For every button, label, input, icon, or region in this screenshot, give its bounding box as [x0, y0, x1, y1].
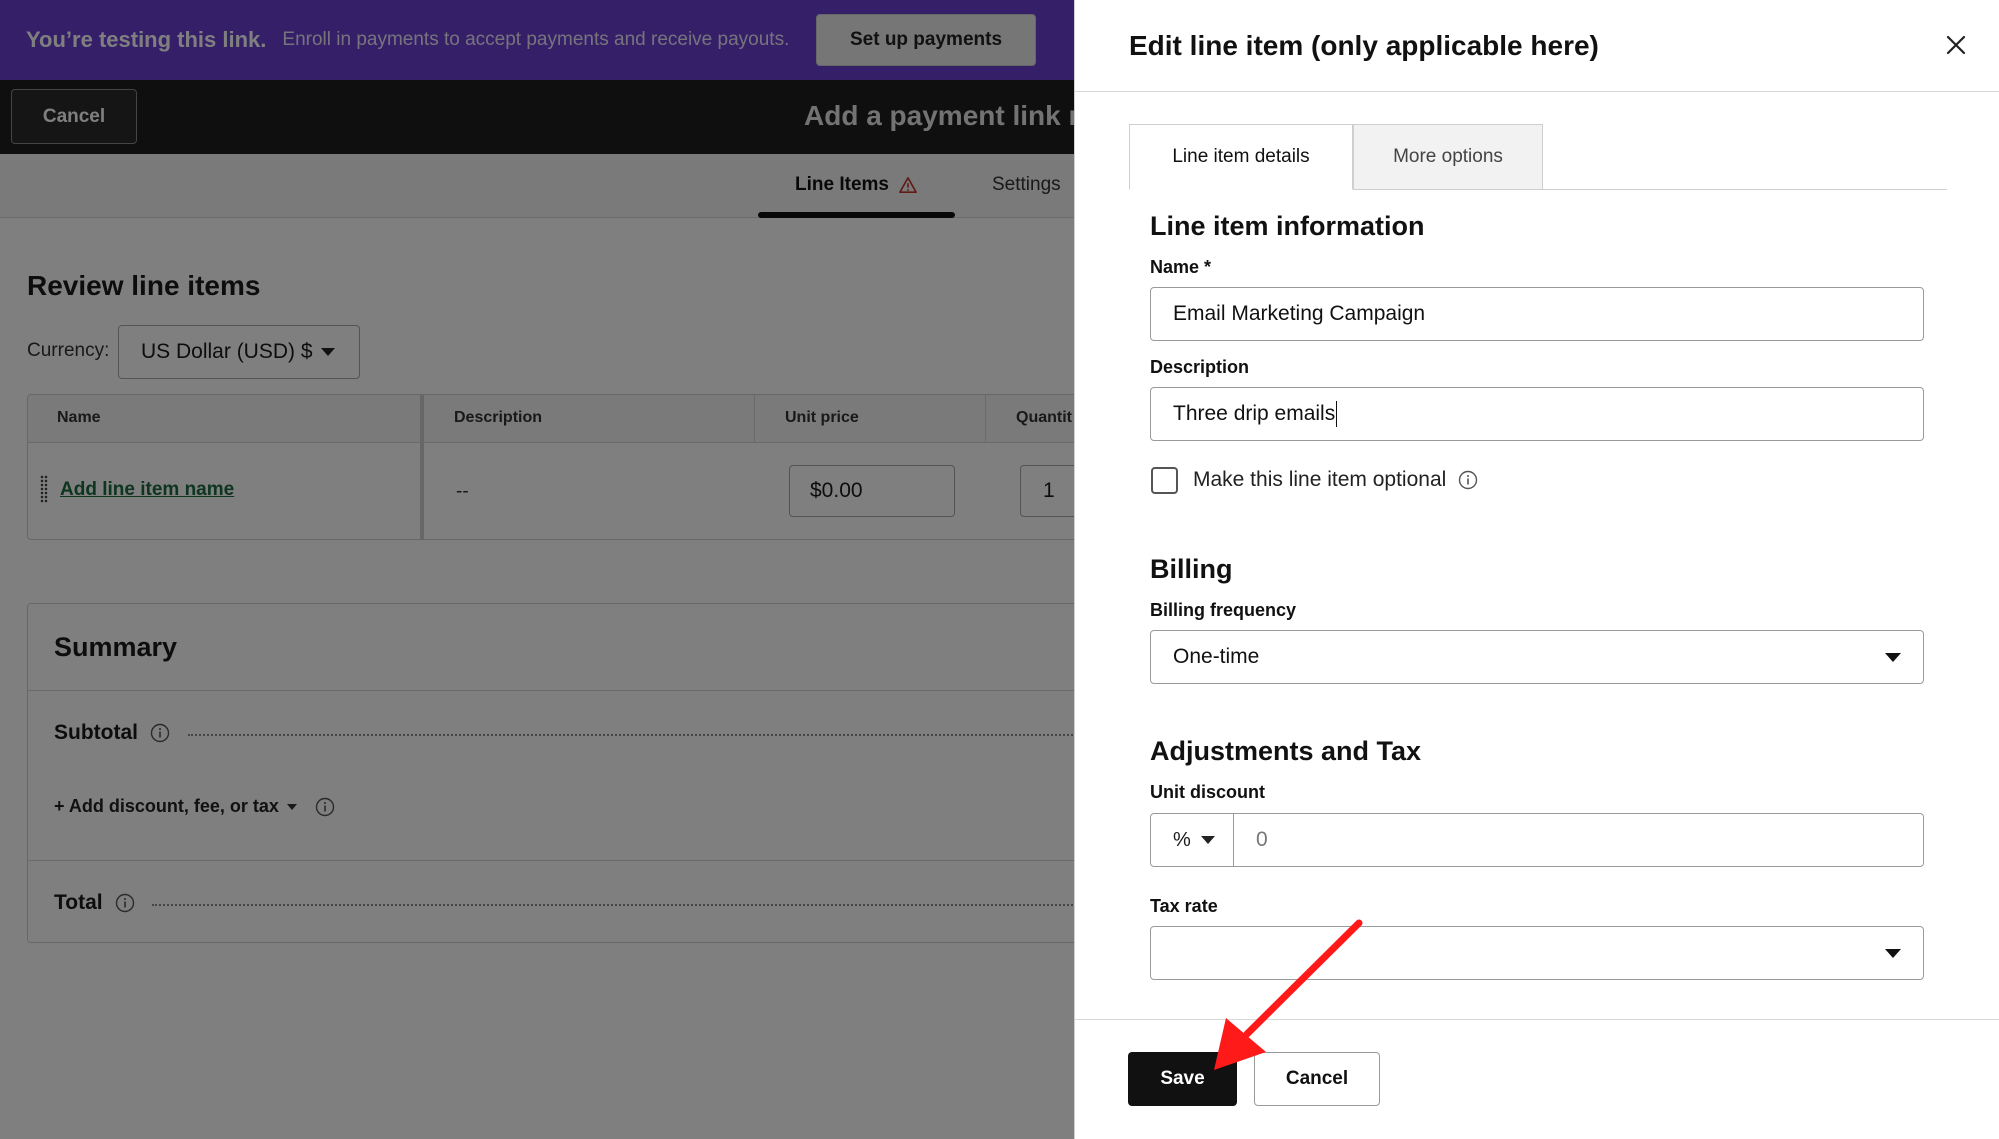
billing-frequency-select[interactable]: One-time — [1150, 630, 1924, 684]
text-cursor — [1336, 401, 1338, 427]
name-input[interactable]: Email Marketing Campaign — [1150, 287, 1924, 341]
panel-header: Edit line item (only applicable here) — [1075, 0, 1999, 92]
description-input[interactable]: Three drip emails — [1150, 387, 1924, 441]
tax-rate-label: Tax rate — [1150, 896, 1218, 916]
billing-frequency-value: One-time — [1173, 645, 1260, 668]
optional-checkbox[interactable] — [1151, 467, 1178, 494]
cancel-button[interactable]: Cancel — [1254, 1052, 1380, 1106]
description-value: Three drip emails — [1173, 402, 1336, 425]
chevron-down-icon — [1885, 949, 1901, 958]
name-value: Email Marketing Campaign — [1173, 302, 1426, 325]
tax-rate-select[interactable] — [1150, 926, 1924, 980]
tab-line-item-details[interactable]: Line item details — [1129, 124, 1353, 190]
optional-checkbox-label: Make this line item optional — [1193, 468, 1478, 492]
billing-heading: Billing — [1150, 554, 1233, 584]
line-item-information-heading: Line item information — [1150, 211, 1425, 241]
chevron-down-icon — [1200, 836, 1215, 844]
save-button[interactable]: Save — [1128, 1052, 1237, 1106]
name-label: Name * — [1150, 257, 1212, 277]
panel-tabs: Line item details More options — [1129, 124, 1947, 190]
adjustments-and-tax-heading: Adjustments and Tax — [1150, 736, 1422, 766]
discount-type-value: % — [1173, 828, 1191, 851]
unit-discount-value: 0 — [1256, 828, 1268, 851]
chevron-down-icon — [1885, 653, 1901, 662]
discount-type-select[interactable]: % — [1150, 813, 1234, 867]
unit-discount-label: Unit discount — [1150, 782, 1265, 802]
edit-line-item-panel: Edit line item (only applicable here) Li… — [1074, 0, 1999, 1139]
billing-frequency-label: Billing frequency — [1150, 600, 1297, 620]
panel-footer: Save Cancel — [1075, 1019, 1999, 1139]
panel-title: Edit line item (only applicable here) — [1129, 30, 1599, 61]
close-button[interactable] — [1941, 30, 1971, 60]
description-label: Description — [1150, 357, 1250, 377]
info-icon[interactable] — [1458, 470, 1478, 490]
optional-label-text: Make this line item optional — [1193, 468, 1447, 491]
close-icon — [1946, 35, 1966, 55]
tab-more-options[interactable]: More options — [1353, 124, 1543, 190]
unit-discount-input[interactable]: 0 — [1233, 813, 1924, 867]
